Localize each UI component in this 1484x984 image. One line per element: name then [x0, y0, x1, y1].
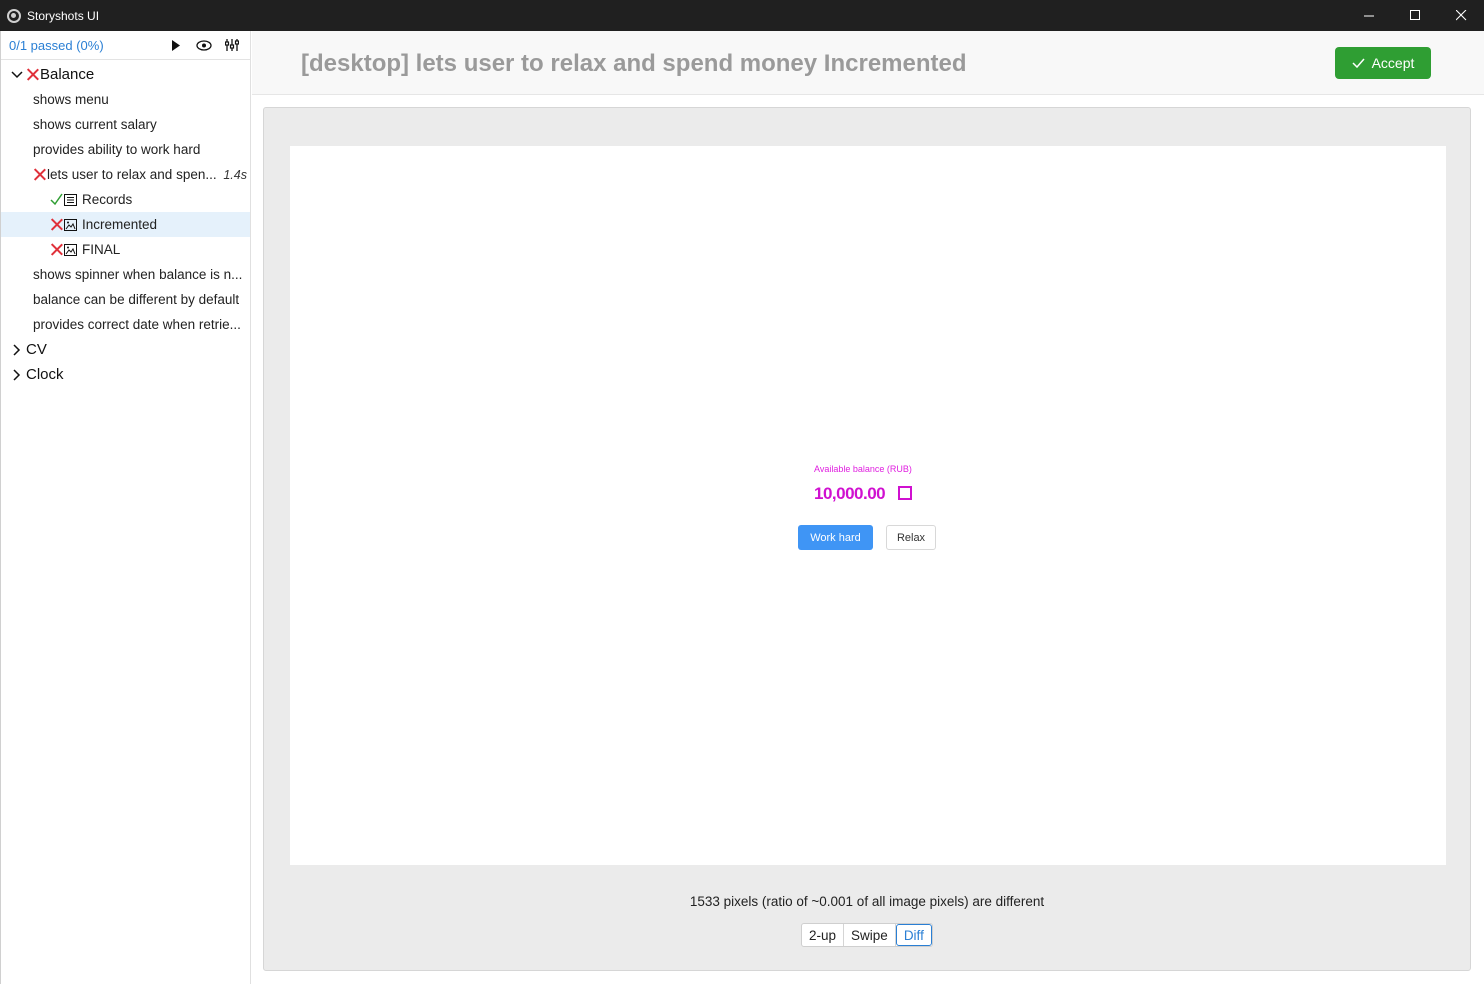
run-button[interactable] — [162, 31, 190, 59]
preview-image-diff — [898, 486, 912, 500]
tree-group-label: CV — [26, 341, 47, 358]
minimize-icon — [1363, 15, 1374, 17]
sidebar-toolbar: 0/1 passed (0%) — [1, 31, 250, 60]
eye-icon — [196, 39, 212, 51]
mode-2up[interactable]: 2-up — [802, 924, 845, 946]
tree-item-label: shows menu — [33, 92, 109, 107]
tree-step-final[interactable]: FINAL — [1, 237, 250, 262]
window-title: Storyshots UI — [27, 8, 100, 23]
title-bar: Storyshots UI — [0, 0, 1484, 31]
preview-balance-label: Available balance (RUB) — [814, 464, 912, 474]
tree-item[interactable]: provides ability to work hard — [1, 137, 250, 162]
maximize-button[interactable] — [1392, 0, 1438, 31]
close-icon — [1455, 10, 1466, 21]
fail-icon — [33, 168, 46, 181]
mode-diff[interactable]: Diff — [895, 924, 932, 946]
tree-item-label: shows current salary — [33, 117, 157, 132]
passed-summary[interactable]: 0/1 passed (0%) — [9, 38, 162, 53]
fail-icon — [50, 243, 63, 256]
preview-relax-button: Relax — [886, 525, 936, 550]
check-icon — [50, 193, 63, 206]
fail-icon — [50, 218, 63, 231]
tree-item[interactable]: balance can be different by default — [1, 287, 250, 312]
app-icon — [7, 8, 21, 23]
tree-group-label: Balance — [40, 66, 95, 83]
story-header: [desktop] lets user to relax and spend m… — [252, 31, 1484, 95]
tree-item-failed-story[interactable]: lets user to relax and spen... 1.4s — [1, 162, 250, 187]
close-button[interactable] — [1438, 0, 1484, 31]
image-icon — [64, 243, 77, 256]
check-icon — [1352, 58, 1365, 68]
settings-icon — [225, 39, 239, 51]
diff-panel: Available balance (RUB) 10,000.00 Work h… — [263, 107, 1471, 971]
image-icon — [64, 218, 77, 231]
tree-group-label: Clock — [26, 366, 64, 383]
tree-item[interactable]: shows menu — [1, 87, 250, 112]
main-area: [desktop] lets user to relax and spend m… — [252, 31, 1484, 984]
tree-group-clock[interactable]: Clock — [1, 362, 250, 387]
play-icon — [172, 39, 180, 51]
tree-item[interactable]: shows spinner when balance is n... — [1, 262, 250, 287]
fail-icon — [26, 68, 39, 81]
tree-item-label: provides correct date when retrie... — [33, 317, 241, 332]
chevron-right-icon[interactable] — [10, 343, 24, 357]
tree-item-label: balance can be different by default — [33, 292, 240, 307]
records-icon — [64, 193, 77, 206]
preview-work-hard-button: Work hard — [798, 525, 873, 550]
tree-step-label: Incremented — [82, 217, 158, 232]
accept-button[interactable]: Accept — [1335, 47, 1431, 79]
settings-button[interactable] — [218, 31, 246, 59]
tree-step-records[interactable]: Records — [1, 187, 250, 212]
tree-step-label: Records — [82, 192, 133, 207]
toggle-preview-button[interactable] — [190, 31, 218, 59]
window-controls — [1346, 0, 1484, 31]
tree-item[interactable]: provides correct date when retrie... — [1, 312, 250, 337]
screenshot-diff-canvas: Available balance (RUB) 10,000.00 Work h… — [290, 146, 1446, 865]
tree-step-incremented[interactable]: Incremented — [1, 212, 250, 237]
diff-summary: 1533 pixels (ratio of ~0.001 of all imag… — [689, 894, 1045, 909]
chevron-down-icon[interactable] — [10, 68, 24, 82]
chevron-right-icon[interactable] — [10, 368, 24, 382]
tree-item-label: lets user to relax and spen... — [47, 167, 217, 182]
duration-label: 1.4s — [223, 167, 247, 182]
mode-swipe[interactable]: Swipe — [844, 924, 896, 946]
page-title: [desktop] lets user to relax and spend m… — [301, 50, 967, 77]
maximize-icon — [1409, 10, 1420, 20]
tree-step-label: FINAL — [82, 242, 121, 257]
diff-mode-switch: 2-up Swipe Diff — [801, 923, 933, 947]
accept-label: Accept — [1371, 55, 1415, 71]
tree-item-label: shows spinner when balance is n... — [33, 267, 243, 282]
sidebar: 0/1 passed (0%) Balance shows menu shows… — [0, 31, 251, 984]
preview-balance-value: 10,000.00 — [814, 484, 886, 504]
tree-item-label: provides ability to work hard — [33, 142, 201, 157]
story-tree: Balance shows menu shows current salary … — [1, 60, 250, 387]
tree-group-cv[interactable]: CV — [1, 337, 250, 362]
minimize-button[interactable] — [1346, 0, 1392, 31]
preview-balance-text: 10,000.00 — [814, 484, 886, 503]
tree-item[interactable]: shows current salary — [1, 112, 250, 137]
tree-group-balance[interactable]: Balance — [1, 62, 250, 87]
